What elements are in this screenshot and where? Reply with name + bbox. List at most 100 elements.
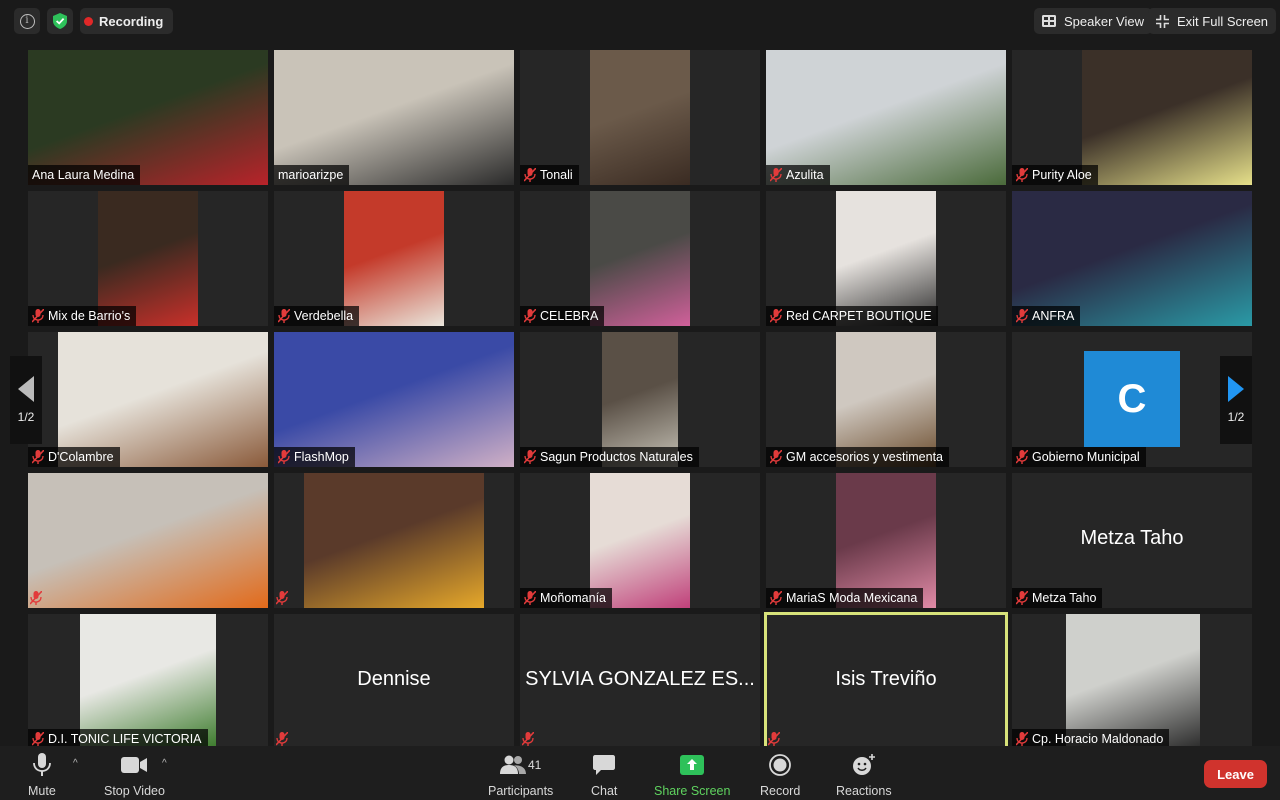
leave-meeting-button[interactable]: Leave bbox=[1204, 760, 1267, 788]
participant-tile[interactable]: D.I. TONIC LIFE VICTORIA bbox=[28, 614, 268, 749]
participant-name-label: FlashMop bbox=[274, 447, 355, 467]
participant-name: Cp. Horacio Maldonado bbox=[1032, 732, 1164, 746]
participant-display-name: SYLVIA GONZALEZ ES... bbox=[525, 668, 755, 690]
arrow-right-icon bbox=[1228, 376, 1244, 402]
participant-tile[interactable]: D'Colambre bbox=[28, 332, 268, 467]
participant-tile[interactable]: Dennise bbox=[274, 614, 514, 749]
record-button[interactable]: Record bbox=[760, 752, 800, 798]
microphone-muted-icon bbox=[523, 449, 537, 464]
microphone-muted-icon bbox=[769, 590, 783, 605]
participant-name-label: Verdebella bbox=[274, 306, 360, 326]
participants-button[interactable]: 41 Participants bbox=[488, 752, 553, 798]
participant-tile[interactable]: Tonali bbox=[520, 50, 760, 185]
participant-name: Tonali bbox=[540, 168, 573, 182]
recording-dot-icon bbox=[84, 16, 93, 26]
participant-tile[interactable]: C Gobierno Municipal bbox=[1012, 332, 1252, 467]
microphone-muted-icon bbox=[769, 449, 783, 464]
microphone-muted-icon bbox=[523, 167, 537, 182]
participant-name-label: Moñomanía bbox=[520, 588, 613, 608]
participant-name: Red CARPET BOUTIQUE bbox=[786, 309, 932, 323]
microphone-muted-icon bbox=[277, 449, 291, 464]
participant-tile[interactable]: Ana Laura Medina bbox=[28, 50, 268, 185]
participant-tile[interactable]: Isis Treviño bbox=[764, 612, 1008, 751]
participant-tile[interactable]: GM accesorios y vestimenta bbox=[766, 332, 1006, 467]
microphone-icon bbox=[32, 753, 51, 776]
microphone-muted-icon bbox=[275, 590, 288, 605]
audio-options-caret-icon[interactable]: ^ bbox=[73, 758, 78, 769]
participant-tile[interactable]: CELEBRA bbox=[520, 191, 760, 326]
microphone-muted-icon bbox=[1015, 449, 1029, 464]
microphone-muted-icon bbox=[1015, 731, 1029, 746]
exit-full-screen-label: Exit Full Screen bbox=[1177, 13, 1269, 29]
info-icon: i bbox=[19, 13, 35, 29]
speaker-view-button[interactable]: Speaker View bbox=[1034, 8, 1152, 34]
participant-name-label: Metza Taho bbox=[1012, 588, 1103, 608]
participant-name-label: Red CARPET BOUTIQUE bbox=[766, 306, 938, 326]
microphone-muted-icon bbox=[31, 308, 45, 323]
participant-name: CELEBRA bbox=[540, 309, 599, 323]
participant-tile[interactable]: Red CARPET BOUTIQUE bbox=[766, 191, 1006, 326]
meeting-toolbar: Mute ^ Stop Video ^ 41 Participants Chat… bbox=[0, 746, 1280, 800]
mute-label: Mute bbox=[28, 784, 56, 798]
share-screen-button[interactable]: Share Screen bbox=[654, 752, 730, 798]
meeting-topbar: i Recording Speaker View Exit Full Scree… bbox=[0, 0, 1280, 42]
participant-tile[interactable]: Azulita bbox=[766, 50, 1006, 185]
participant-avatar: C bbox=[1084, 351, 1180, 447]
participant-name: Metza Taho bbox=[1032, 591, 1097, 605]
video-options-caret-icon[interactable]: ^ bbox=[162, 758, 167, 769]
participant-name: MariaS Moda Mexicana bbox=[786, 591, 918, 605]
participant-name-label: Gobierno Municipal bbox=[1012, 447, 1146, 467]
mute-button[interactable]: Mute bbox=[28, 752, 56, 798]
microphone-muted-icon bbox=[1015, 590, 1029, 605]
microphone-muted-icon bbox=[769, 308, 783, 323]
participant-display-name: Isis Treviño bbox=[835, 668, 937, 690]
security-button[interactable] bbox=[47, 8, 73, 34]
share-screen-label: Share Screen bbox=[654, 784, 731, 798]
exit-full-screen-icon bbox=[1156, 14, 1169, 28]
recording-indicator[interactable]: Recording bbox=[80, 8, 174, 34]
participant-name: D'Colambre bbox=[48, 450, 114, 464]
next-page-button[interactable]: 1/2 bbox=[1220, 356, 1252, 444]
participant-name: Moñomanía bbox=[540, 591, 607, 605]
participant-tile[interactable]: Purity Aloe bbox=[1012, 50, 1252, 185]
chat-button[interactable]: Chat bbox=[591, 752, 617, 798]
participant-name-label: Ana Laura Medina bbox=[28, 165, 141, 185]
smiley-reaction-icon bbox=[852, 754, 875, 775]
exit-full-screen-button[interactable]: Exit Full Screen bbox=[1148, 8, 1277, 34]
participant-tile[interactable]: FlashMop bbox=[274, 332, 514, 467]
microphone-muted-icon bbox=[31, 449, 45, 464]
reactions-label: Reactions bbox=[836, 784, 892, 798]
participant-name-label: Purity Aloe bbox=[1012, 165, 1098, 185]
reactions-button[interactable]: Reactions bbox=[836, 752, 892, 798]
microphone-muted-icon bbox=[31, 731, 45, 746]
participant-tile[interactable] bbox=[28, 473, 268, 608]
participant-tile[interactable]: Mix de Barrio's bbox=[28, 191, 268, 326]
participants-count: 41 bbox=[527, 758, 542, 772]
participant-tile[interactable]: Metza Taho Metza Taho bbox=[1012, 473, 1252, 608]
stop-video-button[interactable]: Stop Video bbox=[104, 752, 165, 798]
participant-tile[interactable]: Moñomanía bbox=[520, 473, 760, 608]
participant-name-label: D'Colambre bbox=[28, 447, 120, 467]
participant-tile[interactable]: SYLVIA GONZALEZ ES... bbox=[520, 614, 760, 749]
participant-video bbox=[304, 473, 484, 608]
participant-tile[interactable] bbox=[274, 473, 514, 608]
participant-tile[interactable]: Sagun Productos Naturales bbox=[520, 332, 760, 467]
participant-tile[interactable]: Cp. Horacio Maldonado bbox=[1012, 614, 1252, 749]
microphone-muted-icon bbox=[29, 590, 42, 605]
participant-video bbox=[28, 473, 268, 608]
microphone-muted-icon bbox=[767, 731, 780, 746]
shield-icon bbox=[53, 13, 67, 29]
participant-name-label: marioarizpe bbox=[274, 165, 350, 185]
grid-view-icon bbox=[1042, 15, 1056, 27]
participant-tile[interactable]: marioarizpe bbox=[274, 50, 514, 185]
participant-tile[interactable]: MariaS Moda Mexicana bbox=[766, 473, 1006, 608]
participant-tile[interactable]: Verdebella bbox=[274, 191, 514, 326]
speaker-view-label: Speaker View bbox=[1064, 13, 1144, 29]
participant-tile[interactable]: ANFRA bbox=[1012, 191, 1252, 326]
participant-name: Purity Aloe bbox=[1032, 168, 1092, 182]
participant-name-label bbox=[28, 588, 42, 608]
previous-page-button[interactable]: 1/2 bbox=[10, 356, 42, 444]
participant-name-label: MariaS Moda Mexicana bbox=[766, 588, 924, 608]
meeting-info-button[interactable]: i bbox=[14, 8, 40, 34]
record-label: Record bbox=[760, 784, 801, 798]
